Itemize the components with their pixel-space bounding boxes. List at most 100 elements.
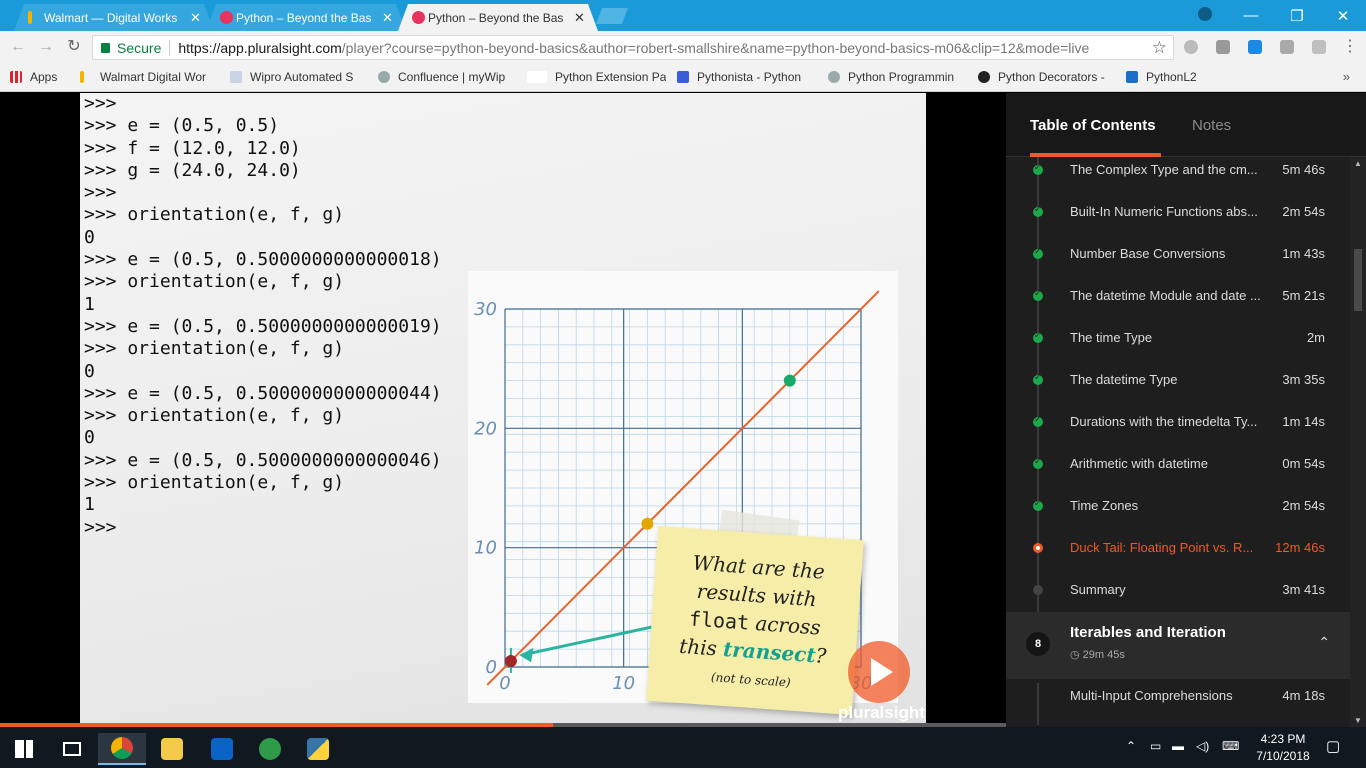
taskbar-file-explorer[interactable]	[148, 733, 196, 765]
network-icon[interactable]: ▭	[1150, 739, 1161, 753]
reload-icon[interactable]: ↻	[64, 37, 84, 57]
battery-icon[interactable]: ▬	[1172, 739, 1184, 753]
bookmark-python-programming[interactable]: Python Programmin	[828, 70, 968, 84]
bookmarks-overflow-chevron[interactable]: »	[1343, 69, 1350, 84]
clip-item[interactable]: Arithmetic with datetime 0m 54s	[1006, 451, 1350, 493]
clip-item[interactable]: Time Zones 2m 54s	[1006, 493, 1350, 535]
clip-duration: 2m	[1306, 330, 1325, 345]
completed-check-icon	[1033, 162, 1043, 175]
video-frame: >>> >>> e = (0.5, 0.5) >>> f = (12.0, 12.0…	[80, 93, 926, 725]
extension-circle-icon[interactable]	[1184, 40, 1198, 54]
tab-close-icon[interactable]: ✕	[382, 10, 393, 26]
clip-item[interactable]: The datetime Type 3m 35s	[1006, 367, 1350, 409]
windows-extension-icon[interactable]	[1248, 40, 1262, 54]
bookmark-wipro[interactable]: Wipro Automated S	[230, 70, 366, 84]
clip-item[interactable]: The time Type 2m	[1006, 325, 1350, 367]
close-window-icon[interactable]: ✕	[1320, 0, 1366, 31]
pluralsight-favicon-icon	[220, 11, 233, 24]
taskbar-python[interactable]	[294, 733, 342, 765]
clip-item[interactable]: Number Base Conversions 1m 43s	[1006, 241, 1350, 283]
forward-arrow-icon[interactable]: →	[36, 37, 56, 57]
play-icon[interactable]	[848, 641, 910, 703]
bookmark-label: Pythonista - Python	[697, 70, 802, 84]
task-view-button[interactable]	[48, 733, 96, 765]
bookmarks-bar: Apps Walmart Digital Wor Wipro Automated…	[0, 63, 1366, 92]
clip-item[interactable]: Multi-Input Comprehensions 4m 18s	[1006, 683, 1350, 725]
clip-duration: 0m 54s	[1282, 456, 1325, 471]
pluralsight-favicon-icon	[412, 11, 425, 24]
system-clock[interactable]: 4:23 PM 7/10/2018	[1248, 731, 1318, 765]
clip-duration: 12m 46s	[1275, 540, 1325, 555]
sharepoint-icon	[1126, 71, 1138, 83]
yc-icon	[677, 71, 689, 83]
bookmark-pythonista[interactable]: Pythonista - Python	[677, 70, 815, 84]
tray-chevron-icon[interactable]: ⌃	[1126, 739, 1136, 753]
keyboard-icon[interactable]: ⌨	[1222, 739, 1239, 753]
taskbar-chrome[interactable]	[98, 733, 146, 765]
extension-shield-icon[interactable]	[1312, 40, 1326, 54]
bookmark-label: Walmart Digital Wor	[100, 70, 207, 84]
clip-item[interactable]: Built-In Numeric Functions abs... 2m 54s	[1006, 199, 1350, 241]
action-center-icon[interactable]: ▢	[1326, 737, 1340, 755]
tab-close-icon[interactable]: ✕	[574, 10, 585, 26]
clip-item[interactable]: The Complex Type and the cm... 5m 46s	[1006, 157, 1350, 199]
new-tab-button[interactable]	[596, 8, 628, 24]
lock-icon	[101, 42, 110, 53]
bookmark-apps[interactable]: Apps	[10, 70, 74, 84]
tab-close-icon[interactable]: ✕	[190, 10, 201, 26]
current-clip-icon	[1033, 543, 1043, 553]
bookmark-pythonl2[interactable]: PythonL2	[1126, 70, 1226, 84]
clip-item[interactable]: Durations with the timedelta Ty... 1m 14s	[1006, 409, 1350, 451]
bookmark-confluence[interactable]: Confluence | myWip	[378, 70, 518, 84]
console-line: >>> orientation(e, f, g)	[84, 405, 345, 427]
chevron-up-icon[interactable]: ⌃	[1318, 634, 1330, 651]
clip-item[interactable]: The datetime Module and date ... 5m 21s	[1006, 283, 1350, 325]
toc-scrollbar[interactable]: ▲ ▼	[1350, 157, 1366, 727]
pending-dot-icon	[1033, 585, 1043, 595]
y-tick-label: 30	[474, 299, 497, 320]
clip-item[interactable]: Duck Tail: Floating Point vs. R... 12m 46…	[1006, 535, 1350, 577]
y-tick-label: 10	[474, 538, 497, 559]
back-arrow-icon[interactable]: ←	[8, 37, 28, 57]
console-line: >>> e = (0.5, 0.5000000000000046)	[84, 449, 442, 471]
tab-table-of-contents[interactable]: Table of Contents	[1030, 117, 1156, 134]
start-button[interactable]	[0, 733, 48, 765]
bookmark-star-icon[interactable]: ☆	[1152, 38, 1167, 58]
timeline-line	[1037, 683, 1039, 725]
taskbar-outlook[interactable]	[198, 733, 246, 765]
profile-icon[interactable]	[1198, 7, 1212, 21]
clip-title: Summary	[1070, 582, 1126, 597]
note-highlight: transect	[722, 636, 817, 668]
extension-cast-icon[interactable]	[1280, 40, 1294, 54]
sticky-note: What are the results with float across t…	[646, 526, 864, 715]
clip-title: Built-In Numeric Functions abs...	[1070, 204, 1258, 219]
clip-title: Time Zones	[1070, 498, 1139, 513]
completed-check-icon	[1033, 498, 1043, 511]
url-separator	[169, 39, 171, 56]
bookmark-python-extension[interactable]: Python Extension Pa	[527, 70, 667, 84]
python-console-output: >>> >>> e = (0.5, 0.5) >>> f = (12.0, 12.0…	[84, 93, 442, 539]
browser-tab-bar: Walmart — Digital Works ✕ Python – Beyon…	[0, 0, 1366, 31]
tab-walmart[interactable]: Walmart — Digital Works ✕	[14, 4, 214, 31]
menu-kebab-icon[interactable]: ⋮	[1340, 37, 1360, 57]
tab-python-1[interactable]: Python – Beyond the Bas ✕	[206, 4, 406, 31]
bookmark-walmart[interactable]: Walmart Digital Wor	[80, 70, 216, 84]
tab-notes[interactable]: Notes	[1192, 117, 1231, 134]
module-header[interactable]: 8 Iterables and Iteration ◷ 29m 45s ⌃	[1006, 612, 1366, 679]
bookmark-python-decorators[interactable]: Python Decorators -	[978, 70, 1116, 84]
url-bar[interactable]: Secure https://app.pluralsight.com/playe…	[92, 35, 1174, 60]
restore-icon[interactable]: ❐	[1274, 0, 1320, 31]
scroll-up-arrow-icon[interactable]: ▲	[1350, 159, 1366, 168]
scroll-thumb[interactable]	[1354, 249, 1362, 311]
completed-check-icon	[1033, 456, 1043, 469]
taskbar-remote-app[interactable]	[246, 733, 294, 765]
completed-check-icon	[1033, 330, 1043, 343]
bookmark-label: Python Extension Pa	[555, 70, 667, 84]
console-line: >>> e = (0.5, 0.5000000000000018)	[84, 249, 442, 271]
tab-python-2-active[interactable]: Python – Beyond the Bas ✕	[398, 4, 598, 31]
volume-icon[interactable]: ◁)	[1196, 739, 1209, 753]
minimize-icon[interactable]: —	[1228, 0, 1274, 31]
scroll-down-arrow-icon[interactable]: ▼	[1350, 716, 1366, 725]
extension-grid-icon[interactable]	[1216, 40, 1230, 54]
video-player[interactable]: >>> >>> e = (0.5, 0.5) >>> f = (12.0, 12.0…	[0, 93, 1006, 725]
